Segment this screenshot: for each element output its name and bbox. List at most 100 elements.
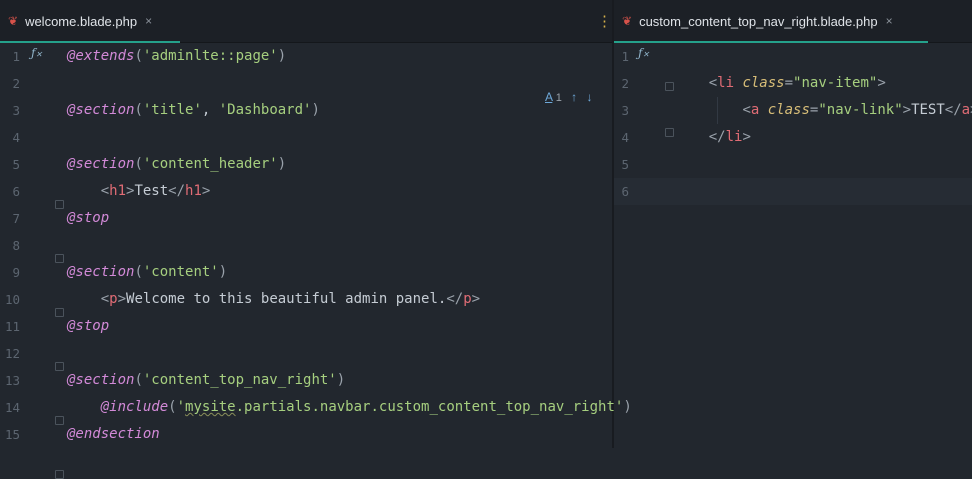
line-number: 7 xyxy=(2,205,20,232)
code-token: @stop xyxy=(67,318,109,334)
line-number: 5 xyxy=(2,151,20,178)
code-token: p xyxy=(463,291,471,307)
fold-marker-icon[interactable] xyxy=(665,82,674,91)
fold-marker-icon[interactable] xyxy=(55,416,64,425)
line-number: 15 xyxy=(2,421,20,448)
code-token: class xyxy=(768,102,810,118)
code-line[interactable]: @stop xyxy=(67,313,109,340)
code-token: @endsection xyxy=(67,426,160,442)
code-line[interactable]: @extends('adminlte::page') xyxy=(67,43,286,70)
right-tab-bar: ❦ custom_content_top_nav_right.blade.php… xyxy=(614,0,972,43)
line-number: 8 xyxy=(2,232,20,259)
code-token: 'title' xyxy=(143,102,202,118)
code-line[interactable]: <h1>Test</h1> xyxy=(67,178,210,205)
code-token: a xyxy=(962,102,970,118)
fold-marker-icon[interactable] xyxy=(55,470,64,479)
code-token: mysite xyxy=(185,399,236,415)
close-icon[interactable]: × xyxy=(886,14,893,28)
code-token: "nav-link" xyxy=(818,102,902,118)
fold-marker-icon[interactable] xyxy=(55,200,64,209)
code-token: ) xyxy=(219,264,227,280)
code-token: @section xyxy=(67,372,134,388)
code-token: > xyxy=(877,75,885,91)
code-line[interactable]: @section('title', 'Dashboard') xyxy=(67,97,320,124)
code-token: .partials.navbar.custom_content_top_nav_… xyxy=(236,399,624,415)
fold-marker-icon[interactable] xyxy=(55,362,64,371)
arrow-up-icon[interactable]: ↑ xyxy=(571,90,577,104)
line-number: 6 xyxy=(2,178,20,205)
code-token: ) xyxy=(278,48,286,64)
code-line[interactable]: <a class="nav-link">TEST</a> xyxy=(675,97,972,124)
code-token xyxy=(675,102,742,118)
code-token: 'content_header' xyxy=(143,156,278,172)
line-number: 10 xyxy=(2,286,20,313)
close-icon[interactable]: × xyxy=(145,14,152,28)
function-icon[interactable]: ƒ✕ xyxy=(638,46,649,60)
code-token xyxy=(759,102,767,118)
fold-marker-icon[interactable] xyxy=(55,254,64,263)
line-number: 4 xyxy=(614,124,629,151)
line-number: 9 xyxy=(2,259,20,286)
code-token: "nav-item" xyxy=(793,75,877,91)
code-token: Test xyxy=(134,183,168,199)
code-token: </ xyxy=(446,291,463,307)
code-token: > xyxy=(118,291,126,307)
code-line[interactable]: @include('mysite.partials.navbar.custom_… xyxy=(67,394,632,421)
line-number: 3 xyxy=(614,97,629,124)
code-token xyxy=(67,183,101,199)
code-token: > xyxy=(903,102,911,118)
code-line[interactable]: <p>Welcome to this beautiful admin panel… xyxy=(67,286,480,313)
arrow-down-icon[interactable]: ↓ xyxy=(587,90,593,104)
tab-welcome-blade[interactable]: ❦ welcome.blade.php × xyxy=(0,0,180,42)
code-token: < xyxy=(709,75,717,91)
code-line[interactable]: </li> xyxy=(675,124,751,151)
code-token: @section xyxy=(67,264,134,280)
code-token: @section xyxy=(67,102,134,118)
code-token: > xyxy=(202,183,210,199)
code-token: ) xyxy=(311,102,319,118)
laravel-file-icon: ❦ xyxy=(8,14,18,28)
fold-marker-icon[interactable] xyxy=(55,308,64,317)
code-token: = xyxy=(785,75,793,91)
function-icon[interactable]: ƒ✕ xyxy=(31,46,42,60)
laravel-file-icon: ❦ xyxy=(622,14,632,28)
right-editor-pane[interactable]: ƒ✕ 12 <li class="nav-item">3 <a class="n… xyxy=(614,43,972,448)
left-editor-pane[interactable]: ƒ✕ A 1 ↑ ↓ 1@extends('adminlte::page')23… xyxy=(0,43,612,448)
code-token: @include xyxy=(101,399,168,415)
code-line[interactable]: @stop xyxy=(67,205,109,232)
line-number: 2 xyxy=(2,70,20,97)
code-line[interactable]: @section('content_header') xyxy=(67,151,286,178)
code-token: @extends xyxy=(67,48,134,64)
code-line[interactable]: @endsection xyxy=(67,421,160,448)
code-token: ) xyxy=(278,156,286,172)
code-token: < xyxy=(101,183,109,199)
code-token: ' xyxy=(177,399,185,415)
code-token: h1 xyxy=(185,183,202,199)
code-token xyxy=(67,291,101,307)
line-number: 6 xyxy=(614,178,629,205)
code-token xyxy=(67,399,101,415)
code-token: TEST xyxy=(911,102,945,118)
code-token: < xyxy=(101,291,109,307)
code-token: class xyxy=(742,75,784,91)
more-options-icon[interactable]: ⋮ xyxy=(597,12,612,30)
code-token xyxy=(675,75,709,91)
code-token: ( xyxy=(134,48,142,64)
line-number: 1 xyxy=(614,43,629,70)
code-token: ( xyxy=(134,156,142,172)
line-number: 13 xyxy=(2,367,20,394)
inspection-count: 1 xyxy=(556,92,562,104)
line-number: 2 xyxy=(614,70,629,97)
tab-custom-content-top-nav-right[interactable]: ❦ custom_content_top_nav_right.blade.php… xyxy=(614,0,928,42)
inspection-widget[interactable]: A 1 ↑ ↓ xyxy=(545,90,593,104)
code-token: 'content' xyxy=(143,264,219,280)
code-line[interactable]: <li class="nav-item"> xyxy=(675,70,886,97)
left-tab-bar: ❦ welcome.blade.php × ⋮ xyxy=(0,0,612,43)
code-token: ( xyxy=(168,399,176,415)
code-token: li xyxy=(717,75,734,91)
line-number: 11 xyxy=(2,313,20,340)
fold-marker-icon[interactable] xyxy=(665,128,674,137)
code-line[interactable]: @section('content_top_nav_right') xyxy=(67,367,345,394)
code-line[interactable]: @section('content') xyxy=(67,259,227,286)
code-token: li xyxy=(726,129,743,145)
